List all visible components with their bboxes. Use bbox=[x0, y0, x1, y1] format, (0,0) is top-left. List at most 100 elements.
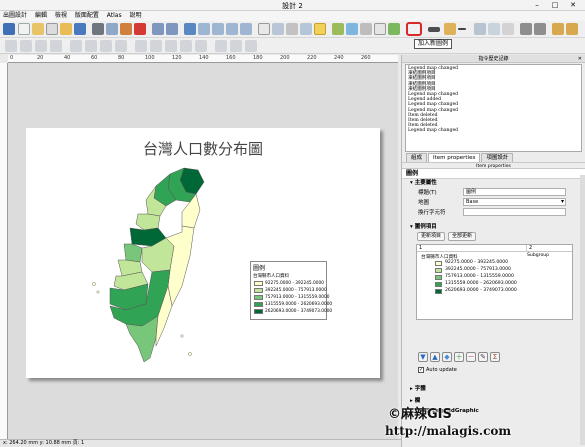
close-icon[interactable]: ✕ bbox=[565, 0, 581, 10]
align-left-icon[interactable] bbox=[70, 40, 82, 52]
menu-layout[interactable]: 版面配置 bbox=[72, 11, 102, 21]
zoom-out-icon[interactable] bbox=[226, 23, 238, 35]
close-icon[interactable]: ✕ bbox=[578, 55, 582, 63]
tab-item-properties[interactable]: Item properties bbox=[428, 153, 481, 162]
add-item-icon[interactable]: ＋ bbox=[454, 352, 464, 362]
atlas-print-icon[interactable] bbox=[215, 40, 227, 52]
add-table-icon[interactable] bbox=[474, 23, 486, 35]
bring-to-top-icon[interactable] bbox=[35, 40, 47, 52]
lock-icon[interactable] bbox=[552, 23, 564, 35]
taiwan-map[interactable] bbox=[86, 166, 226, 366]
ungroup-icon[interactable] bbox=[534, 23, 546, 35]
vertical-scrollbar[interactable] bbox=[580, 175, 585, 445]
move-up-icon[interactable]: ▲ bbox=[430, 352, 440, 362]
add-label-icon[interactable] bbox=[374, 23, 386, 35]
pan-icon[interactable] bbox=[258, 23, 270, 35]
duplicate-icon[interactable] bbox=[32, 23, 44, 35]
refresh-icon[interactable] bbox=[240, 23, 252, 35]
remove-item-icon[interactable]: － bbox=[466, 352, 476, 362]
add-shape-icon[interactable] bbox=[388, 23, 400, 35]
legend-items-section[interactable]: ▾ 圖例項目 bbox=[402, 223, 585, 231]
ruler-label: 180 bbox=[253, 55, 263, 61]
send-to-bottom-icon[interactable] bbox=[50, 40, 62, 52]
redo-icon[interactable] bbox=[166, 23, 178, 35]
count-features-icon[interactable]: Σ bbox=[490, 352, 500, 362]
add-image-icon[interactable] bbox=[346, 23, 358, 35]
layout-canvas[interactable]: 台灣人口數分布圖 圖例 台灣縣市人口資料 92275.0000 - 392245… bbox=[8, 63, 398, 439]
tree-class-item[interactable]: 2620693.0000 - 3749073.0000 bbox=[445, 288, 517, 293]
main-properties-section[interactable]: ▾ 主要屬性 bbox=[402, 179, 585, 187]
atlas-last-icon[interactable] bbox=[195, 40, 207, 52]
add-legend-button[interactable] bbox=[406, 22, 422, 36]
align-right-icon[interactable] bbox=[100, 40, 112, 52]
move-down-icon[interactable]: ▼ bbox=[418, 352, 428, 362]
print-page[interactable]: 台灣人口數分布圖 圖例 台灣縣市人口資料 92275.0000 - 392245… bbox=[26, 128, 380, 378]
save-template-icon[interactable] bbox=[74, 23, 86, 35]
legend-items-tree[interactable]: 1 2 Subgroup 台灣縣市人口資料 92275.0000 - 39224… bbox=[416, 244, 573, 320]
save-icon[interactable] bbox=[3, 23, 15, 35]
atlas-first-icon[interactable] bbox=[150, 40, 162, 52]
zoom-in-icon[interactable] bbox=[212, 23, 224, 35]
undo-icon[interactable] bbox=[152, 23, 164, 35]
add-map-icon[interactable] bbox=[332, 23, 344, 35]
export-pdf-icon[interactable] bbox=[134, 23, 146, 35]
add-arrow-icon[interactable] bbox=[458, 28, 466, 30]
unlock-icon[interactable] bbox=[566, 23, 578, 35]
align-top-icon[interactable] bbox=[115, 40, 127, 52]
add-frame-icon[interactable] bbox=[502, 23, 514, 35]
tab-composition[interactable]: 組成 bbox=[406, 153, 428, 162]
minimize-icon[interactable]: – bbox=[529, 0, 545, 10]
move-content-icon[interactable] bbox=[300, 23, 312, 35]
zoom-100-icon[interactable] bbox=[198, 23, 210, 35]
export-svg-icon[interactable] bbox=[120, 23, 132, 35]
add-html-icon[interactable] bbox=[360, 23, 372, 35]
map-select[interactable]: Base bbox=[463, 198, 566, 206]
tree-class-item[interactable]: 757913.0000 - 1315559.0000 bbox=[445, 274, 514, 279]
command-history-list[interactable]: Legend map changed 凍結圖例項目 凍結圖例項目 凍結圖例項目 … bbox=[405, 64, 582, 152]
add-shape-ellipse-icon[interactable] bbox=[444, 23, 456, 35]
tree-class-item[interactable]: 1315559.0000 - 2620693.0000 bbox=[445, 281, 517, 286]
auto-update-checkbox[interactable]: ✓ Auto update bbox=[418, 367, 457, 373]
history-entry[interactable]: Legend map changed bbox=[408, 128, 579, 133]
raise-icon[interactable] bbox=[5, 40, 17, 52]
update-item-button[interactable]: 更新項目 bbox=[417, 232, 446, 241]
add-scalebar-icon[interactable] bbox=[428, 27, 440, 32]
update-all-button[interactable]: 全部更新 bbox=[448, 232, 477, 241]
select-tool-icon[interactable] bbox=[286, 23, 298, 35]
menu-view[interactable]: 檢視 bbox=[52, 11, 70, 21]
tree-class-item[interactable]: 92275.0000 - 392245.0000 bbox=[445, 260, 508, 265]
atlas-prev-icon[interactable] bbox=[165, 40, 177, 52]
atlas-preview-icon[interactable] bbox=[135, 40, 147, 52]
fonts-section[interactable]: ▸ 字體 bbox=[410, 384, 426, 392]
manager-icon[interactable] bbox=[46, 23, 58, 35]
zoom-tool-icon[interactable] bbox=[272, 23, 284, 35]
title-field[interactable]: 圖例 bbox=[463, 188, 566, 196]
print-icon[interactable] bbox=[92, 23, 104, 35]
align-center-icon[interactable] bbox=[85, 40, 97, 52]
wrap-char-field[interactable] bbox=[463, 208, 566, 216]
tab-atlas-generation[interactable]: 項圖設計 bbox=[481, 153, 514, 162]
maximize-icon[interactable]: □ bbox=[547, 0, 563, 10]
add-group-icon[interactable]: ◆ bbox=[442, 352, 452, 362]
legend-class-label: 92275.0000 - 392245.0000 bbox=[265, 281, 324, 286]
new-icon[interactable] bbox=[18, 23, 30, 35]
map-title[interactable]: 台灣人口數分布圖 bbox=[26, 138, 380, 159]
load-template-icon[interactable] bbox=[60, 23, 72, 35]
menu-composer[interactable]: 出圖設計 bbox=[0, 11, 30, 21]
group-icon[interactable] bbox=[520, 23, 532, 35]
lower-icon[interactable] bbox=[20, 40, 32, 52]
edit-nodes-icon[interactable] bbox=[314, 23, 326, 35]
add-attribute-table-icon[interactable] bbox=[488, 23, 500, 35]
menu-edit[interactable]: 編輯 bbox=[32, 11, 50, 21]
edit-item-icon[interactable]: ✎ bbox=[478, 352, 488, 362]
menu-help[interactable]: 說明 bbox=[127, 11, 145, 21]
zoom-full-icon[interactable] bbox=[184, 23, 196, 35]
atlas-next-icon[interactable] bbox=[180, 40, 192, 52]
menu-atlas[interactable]: Atlas bbox=[104, 11, 125, 21]
tree-class-item[interactable]: 392245.0000 - 757913.0000 bbox=[445, 267, 511, 272]
atlas-export-icon[interactable] bbox=[230, 40, 242, 52]
legend-item[interactable]: 圖例 台灣縣市人口資料 92275.0000 - 392245.0000 392… bbox=[250, 261, 332, 320]
atlas-settings-icon[interactable] bbox=[245, 40, 257, 52]
export-image-icon[interactable] bbox=[106, 23, 118, 35]
checkbox-icon[interactable]: ✓ bbox=[418, 367, 424, 373]
